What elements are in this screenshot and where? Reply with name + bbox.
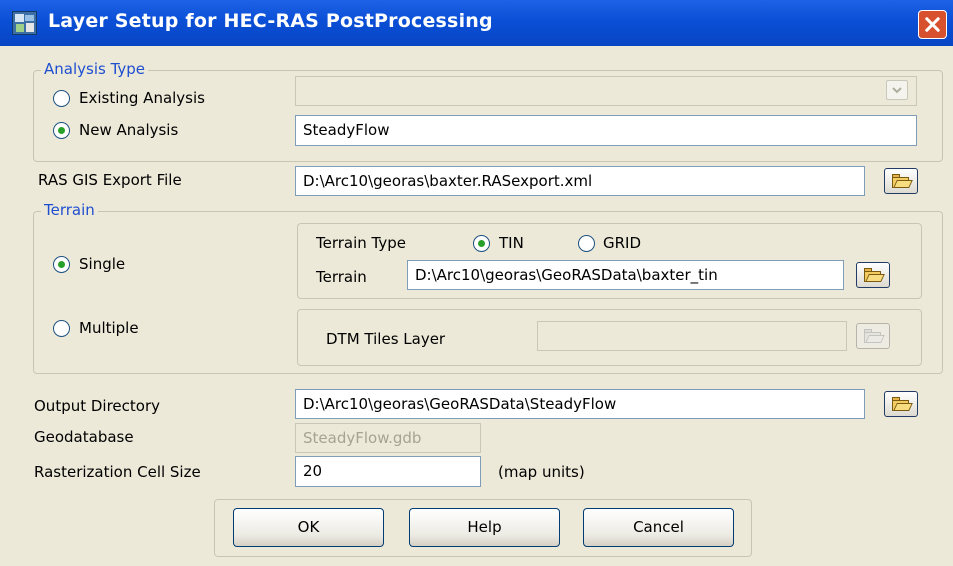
- ok-button[interactable]: OK: [233, 508, 384, 547]
- output-directory-browse-button[interactable]: [884, 391, 918, 417]
- dialog-window: Layer Setup for HEC-RAS PostProcessing A…: [0, 0, 953, 566]
- open-folder-icon: [892, 174, 913, 188]
- terrain-browse-button[interactable]: [856, 262, 890, 288]
- terrain-grid-label[interactable]: GRID: [603, 234, 641, 252]
- geodatabase-label: Geodatabase: [34, 428, 134, 446]
- existing-analysis-label[interactable]: Existing Analysis: [79, 89, 205, 107]
- new-analysis-radio[interactable]: [53, 122, 70, 139]
- existing-analysis-select[interactable]: [295, 76, 917, 106]
- terrain-single-label[interactable]: Single: [79, 255, 125, 273]
- terrain-tin-label[interactable]: TIN: [499, 234, 524, 252]
- analysis-type-legend: Analysis Type: [41, 60, 149, 78]
- app-icon: [12, 11, 37, 35]
- help-button[interactable]: Help: [409, 508, 560, 547]
- title-bar[interactable]: Layer Setup for HEC-RAS PostProcessing: [0, 0, 953, 46]
- terrain-multiple-radio[interactable]: [53, 320, 70, 337]
- terrain-layer-input[interactable]: D:\Arc10\georas\GeoRASData\baxter_tin: [407, 260, 844, 290]
- cell-size-input[interactable]: 20: [295, 456, 481, 487]
- geodatabase-input: SteadyFlow.gdb: [295, 423, 481, 453]
- new-analysis-label[interactable]: New Analysis: [79, 121, 178, 139]
- export-file-label: RAS GIS Export File: [38, 171, 182, 189]
- export-file-browse-button[interactable]: [884, 168, 918, 194]
- terrain-layer-label: Terrain: [316, 268, 367, 286]
- dtm-tiles-input[interactable]: [537, 321, 847, 351]
- open-folder-icon: [864, 329, 885, 343]
- existing-analysis-radio[interactable]: [53, 90, 70, 107]
- dtm-tiles-label: DTM Tiles Layer: [326, 330, 446, 348]
- terrain-tin-radio[interactable]: [473, 235, 490, 252]
- window-title: Layer Setup for HEC-RAS PostProcessing: [48, 10, 493, 32]
- cancel-button[interactable]: Cancel: [583, 508, 734, 547]
- close-icon[interactable]: [918, 10, 947, 39]
- terrain-grid-radio[interactable]: [578, 235, 595, 252]
- new-analysis-name-input[interactable]: SteadyFlow: [295, 115, 917, 146]
- open-folder-icon: [892, 397, 913, 411]
- terrain-multiple-label[interactable]: Multiple: [79, 319, 139, 337]
- chevron-down-icon: [892, 87, 902, 94]
- existing-analysis-dropdown[interactable]: [886, 80, 908, 100]
- cell-size-units: (map units): [498, 463, 585, 481]
- terrain-single-radio[interactable]: [53, 256, 70, 273]
- cell-size-label: Rasterization Cell Size: [34, 463, 201, 481]
- output-directory-label: Output Directory: [34, 397, 161, 415]
- output-directory-input[interactable]: D:\Arc10\georas\GeoRASData\SteadyFlow: [295, 389, 865, 419]
- terrain-type-label: Terrain Type: [316, 234, 406, 252]
- terrain-legend: Terrain: [41, 201, 98, 219]
- export-file-input[interactable]: D:\Arc10\georas\baxter.RASexport.xml: [295, 166, 865, 196]
- open-folder-icon: [864, 268, 885, 282]
- dtm-tiles-browse-button[interactable]: [856, 323, 890, 349]
